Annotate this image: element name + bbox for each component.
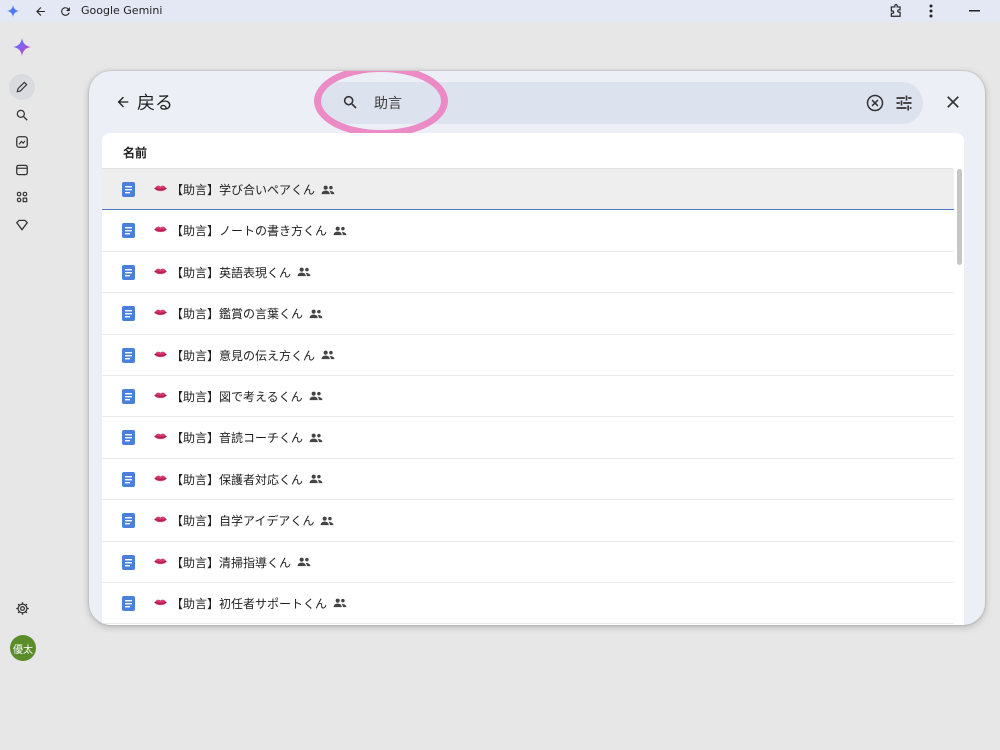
document-icon [122, 388, 135, 404]
list-item[interactable]: 【助言】ノートの書き方くん [102, 210, 954, 252]
filter-tune-icon[interactable] [894, 93, 914, 117]
reload-icon[interactable] [56, 2, 74, 20]
document-icon [122, 264, 135, 280]
clear-search-icon[interactable] [865, 93, 885, 117]
list-item[interactable]: 【助言】自学アイデアくん [102, 500, 954, 542]
document-icon [122, 182, 135, 197]
lips-icon [154, 266, 167, 279]
lips-icon [154, 224, 167, 237]
list-item[interactable]: 【助言】図で考えるくん [102, 376, 954, 418]
list-item-label: 【助言】学び合いペアくん [171, 183, 316, 197]
lips-icon [154, 390, 167, 403]
back-arrow-icon[interactable] [31, 2, 49, 20]
lips-icon [154, 556, 167, 569]
lips-icon [154, 431, 167, 444]
list-item-label: 【助言】ノートの書き方くん [171, 224, 328, 239]
window-title: Google Gemini [81, 4, 163, 17]
shared-people-icon [309, 433, 323, 442]
results-list: 【助言】学び合いペアくん 【助言】ノートの書き方くん 【助言】英語表現くん 【助言】鑑… [102, 169, 954, 625]
list-item[interactable]: 【助言】鑑賞の言葉くん [102, 293, 954, 335]
extension-icon[interactable] [886, 2, 906, 20]
apps-icon[interactable] [9, 184, 35, 210]
lips-icon [154, 514, 167, 527]
column-header: 名前 [102, 133, 953, 169]
lips-icon [154, 473, 167, 486]
shared-people-icon [309, 474, 323, 484]
avatar[interactable]: 優太 [10, 635, 36, 661]
list-item[interactable]: 【助言】音読コーチくん [102, 417, 954, 459]
shared-people-icon [321, 350, 335, 360]
list-item-label: 【助言】初任者サポートくん [171, 596, 328, 611]
minimize-icon[interactable] [964, 2, 984, 20]
back-button[interactable]: 戻る [115, 90, 173, 114]
list-item-label: 【助言】図で考えるくん [171, 389, 303, 404]
list-item-label: 【助言】意見の伝え方くん [171, 348, 316, 363]
notebook-icon[interactable] [9, 157, 35, 183]
browser-title-bar: Google Gemini [0, 0, 1000, 22]
shared-people-icon [320, 516, 334, 525]
shared-people-icon [321, 185, 335, 194]
scroll-thumb[interactable] [957, 169, 962, 265]
list-item[interactable]: 【助言】保護者対応くん [102, 459, 954, 501]
arrow-left-icon [117, 96, 129, 108]
list-item-label: 【助言】清掃指導くん [171, 555, 292, 570]
list-item-label: 【助言】自学アイデアくん [171, 514, 315, 529]
document-icon [122, 513, 135, 529]
shared-people-icon [297, 267, 311, 277]
close-icon[interactable] [944, 93, 962, 115]
scrollbar[interactable] [956, 169, 964, 625]
document-icon [122, 223, 135, 239]
column-header-name: 名前 [123, 146, 148, 160]
document-icon [122, 430, 135, 446]
settings-gear-icon[interactable] [9, 595, 35, 621]
document-icon [122, 471, 135, 487]
back-button-label: 戻る [137, 93, 173, 114]
gemini-logo-icon [5, 2, 21, 20]
list-item-label: 【助言】英語表現くん [171, 265, 292, 280]
search-highlight-circle [314, 71, 448, 137]
list-item-label: 【助言】保護者対応くん [171, 472, 304, 487]
shared-people-icon [309, 392, 323, 401]
more-menu-icon[interactable] [922, 2, 940, 20]
shared-people-icon [333, 226, 347, 235]
list-item[interactable]: 【助言】初任者サポートくん [102, 583, 954, 625]
lips-icon [154, 349, 167, 362]
document-icon [122, 595, 135, 611]
gem-search-dialog: 戻る 名前 【助言】学び合いペアくん【助言】ノートの書き方くん【助言】英語表現く… [89, 71, 985, 625]
document-icon [122, 306, 135, 322]
search-icon[interactable] [9, 102, 35, 128]
gemini-home-icon[interactable] [9, 34, 35, 60]
lips-icon [154, 307, 167, 320]
results-panel: 名前 【助言】学び合いペアくん 【助言】ノートの書き方くん 【助言】英語表現くん 【助… [102, 133, 964, 625]
shared-people-icon [309, 309, 323, 318]
list-item[interactable]: 【助言】学び合いペアくん [102, 169, 954, 211]
list-item[interactable]: 【助言】清掃指導くん [102, 542, 954, 583]
document-icon [122, 347, 135, 363]
new-chat-icon[interactable] [9, 74, 35, 100]
list-item-label: 【助言】音読コーチくん [171, 431, 304, 446]
list-item-label: 【助言】鑑賞の言葉くん [171, 307, 304, 322]
list-item[interactable]: 【助言】意見の伝え方くん [102, 335, 954, 376]
list-item[interactable]: 【助言】英語表現くん [102, 252, 954, 294]
gem-icon[interactable] [9, 212, 35, 238]
lips-icon [154, 597, 167, 610]
shared-people-icon [297, 557, 311, 567]
shared-people-icon [333, 599, 347, 608]
lips-icon [154, 183, 167, 196]
gallery-icon[interactable] [9, 129, 35, 155]
document-icon [122, 554, 135, 570]
